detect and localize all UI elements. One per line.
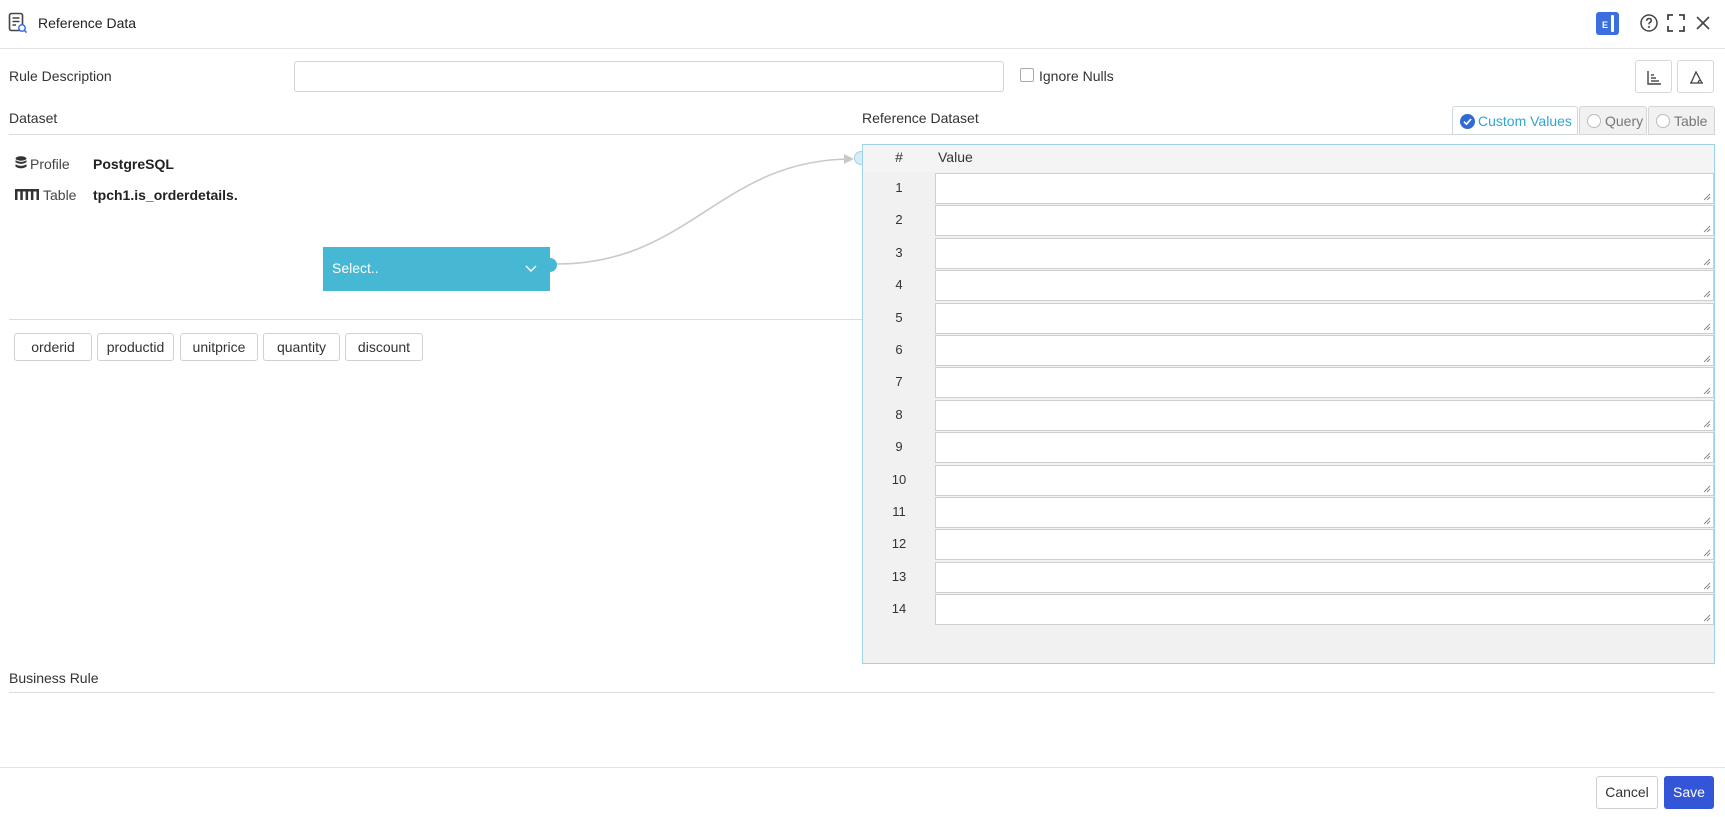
row-number: 6 bbox=[895, 342, 903, 357]
footer-divider bbox=[0, 767, 1725, 768]
resize-grip-icon bbox=[1703, 193, 1711, 201]
business-rule-divider bbox=[9, 692, 1715, 693]
radio-icon bbox=[1587, 114, 1601, 128]
reference-dataset-label: Reference Dataset bbox=[862, 110, 979, 126]
resize-grip-icon bbox=[1703, 614, 1711, 622]
tab-label: Query bbox=[1605, 113, 1644, 129]
angle-icon bbox=[1690, 70, 1703, 84]
value-textarea[interactable] bbox=[935, 270, 1714, 302]
value-textarea[interactable] bbox=[935, 205, 1714, 237]
grid-row: 9 bbox=[863, 432, 1714, 465]
column-select[interactable]: Select.. bbox=[323, 247, 550, 291]
radio-icon bbox=[1656, 114, 1670, 128]
row-number: 11 bbox=[892, 504, 906, 519]
row-number: 5 bbox=[895, 309, 903, 325]
column-chip[interactable]: unitprice bbox=[180, 333, 258, 361]
value-textarea[interactable] bbox=[935, 399, 1714, 431]
resize-grip-icon bbox=[1703, 550, 1711, 557]
value-textarea[interactable] bbox=[935, 432, 1714, 464]
grid-row: 13 bbox=[863, 561, 1714, 595]
chevron-down-icon bbox=[525, 265, 537, 272]
cancel-button[interactable]: Cancel bbox=[1596, 776, 1658, 809]
column-chip[interactable]: productid bbox=[97, 333, 174, 361]
row-number: 14 bbox=[891, 601, 907, 617]
grid-row: 1 bbox=[863, 173, 1714, 206]
value-textarea[interactable] bbox=[935, 367, 1714, 399]
row-number: 3 bbox=[895, 244, 903, 260]
select-placeholder: Select.. bbox=[332, 260, 379, 276]
column-chip[interactable]: orderid bbox=[14, 333, 92, 361]
bar-chart-icon bbox=[1647, 71, 1661, 85]
help-icon[interactable] bbox=[1638, 12, 1660, 34]
row-number: 2 bbox=[895, 212, 903, 228]
grid-row: 10 bbox=[863, 464, 1714, 498]
row-number: 7 bbox=[895, 374, 903, 390]
row-number: 12 bbox=[891, 536, 907, 552]
resize-grip-icon bbox=[1703, 355, 1711, 363]
chart-button[interactable] bbox=[1635, 60, 1672, 93]
value-textarea[interactable] bbox=[935, 335, 1714, 366]
row-number: 8 bbox=[895, 406, 903, 422]
grid-row: 7 bbox=[863, 367, 1714, 400]
value-textarea[interactable] bbox=[935, 497, 1714, 528]
badge-letter: E bbox=[1602, 20, 1609, 30]
value-textarea[interactable] bbox=[935, 464, 1714, 496]
value-textarea[interactable] bbox=[935, 173, 1714, 204]
save-button[interactable]: Save bbox=[1664, 776, 1714, 809]
row-number: 13 bbox=[891, 568, 907, 584]
resize-grip-icon bbox=[1703, 420, 1711, 428]
value-textarea[interactable] bbox=[935, 594, 1714, 626]
resize-grip-icon bbox=[1703, 582, 1711, 590]
panel-bar-icon bbox=[1611, 15, 1614, 32]
ignore-nulls-label: Ignore Nulls bbox=[1039, 68, 1114, 84]
panel-toggle-button[interactable]: E bbox=[1596, 12, 1619, 35]
tab-label: Custom Values bbox=[1478, 113, 1572, 129]
maximize-icon[interactable] bbox=[1665, 12, 1687, 34]
business-rule-label: Business Rule bbox=[9, 670, 99, 686]
grid-row: 8 bbox=[863, 399, 1714, 433]
resize-grip-icon bbox=[1703, 258, 1711, 266]
grid-row: 3 bbox=[863, 237, 1714, 271]
resize-grip-icon bbox=[1703, 323, 1711, 330]
row-number: 10 bbox=[891, 471, 907, 487]
grid-row: 2 bbox=[863, 205, 1714, 238]
grid-row: 4 bbox=[863, 270, 1714, 303]
close-icon[interactable] bbox=[1692, 12, 1714, 34]
grid-row: 12 bbox=[863, 529, 1714, 562]
value-textarea[interactable] bbox=[935, 529, 1714, 561]
ignore-nulls-checkbox[interactable] bbox=[1020, 68, 1034, 82]
resize-grip-icon bbox=[1703, 388, 1711, 395]
grid-row: 11 bbox=[863, 497, 1714, 530]
tab-custom-values[interactable]: Custom Values bbox=[1452, 106, 1578, 135]
tab-query[interactable]: Query bbox=[1579, 106, 1647, 135]
column-chip[interactable]: discount bbox=[345, 333, 423, 361]
grid-header: # Value bbox=[863, 145, 1714, 172]
value-textarea[interactable] bbox=[935, 302, 1714, 334]
column-header-number: # bbox=[895, 149, 903, 165]
custom-values-grid: # Value 1 2 3 4 5 6 7 8 9 10 11 12 13 14 bbox=[862, 144, 1715, 664]
grid-row: 5 bbox=[863, 302, 1714, 336]
tab-table[interactable]: Table bbox=[1648, 106, 1715, 135]
row-number: 1 bbox=[895, 180, 903, 195]
grid-row: 6 bbox=[863, 335, 1714, 368]
resize-grip-icon bbox=[1703, 485, 1711, 492]
resize-grip-icon bbox=[1703, 452, 1711, 460]
tab-label: Table bbox=[1674, 113, 1708, 129]
columns-divider bbox=[9, 319, 862, 320]
row-number: 4 bbox=[895, 277, 903, 293]
column-header-value: Value bbox=[938, 149, 973, 165]
grid-row: 14 bbox=[863, 594, 1714, 627]
measure-button[interactable] bbox=[1677, 60, 1714, 93]
column-chip[interactable]: quantity bbox=[263, 333, 340, 361]
check-circle-icon bbox=[1460, 114, 1475, 129]
row-number: 9 bbox=[895, 439, 903, 455]
resize-grip-icon bbox=[1703, 517, 1711, 525]
value-textarea[interactable] bbox=[935, 561, 1714, 593]
value-textarea[interactable] bbox=[935, 237, 1714, 269]
resize-grip-icon bbox=[1703, 226, 1711, 233]
resize-grip-icon bbox=[1703, 290, 1711, 298]
